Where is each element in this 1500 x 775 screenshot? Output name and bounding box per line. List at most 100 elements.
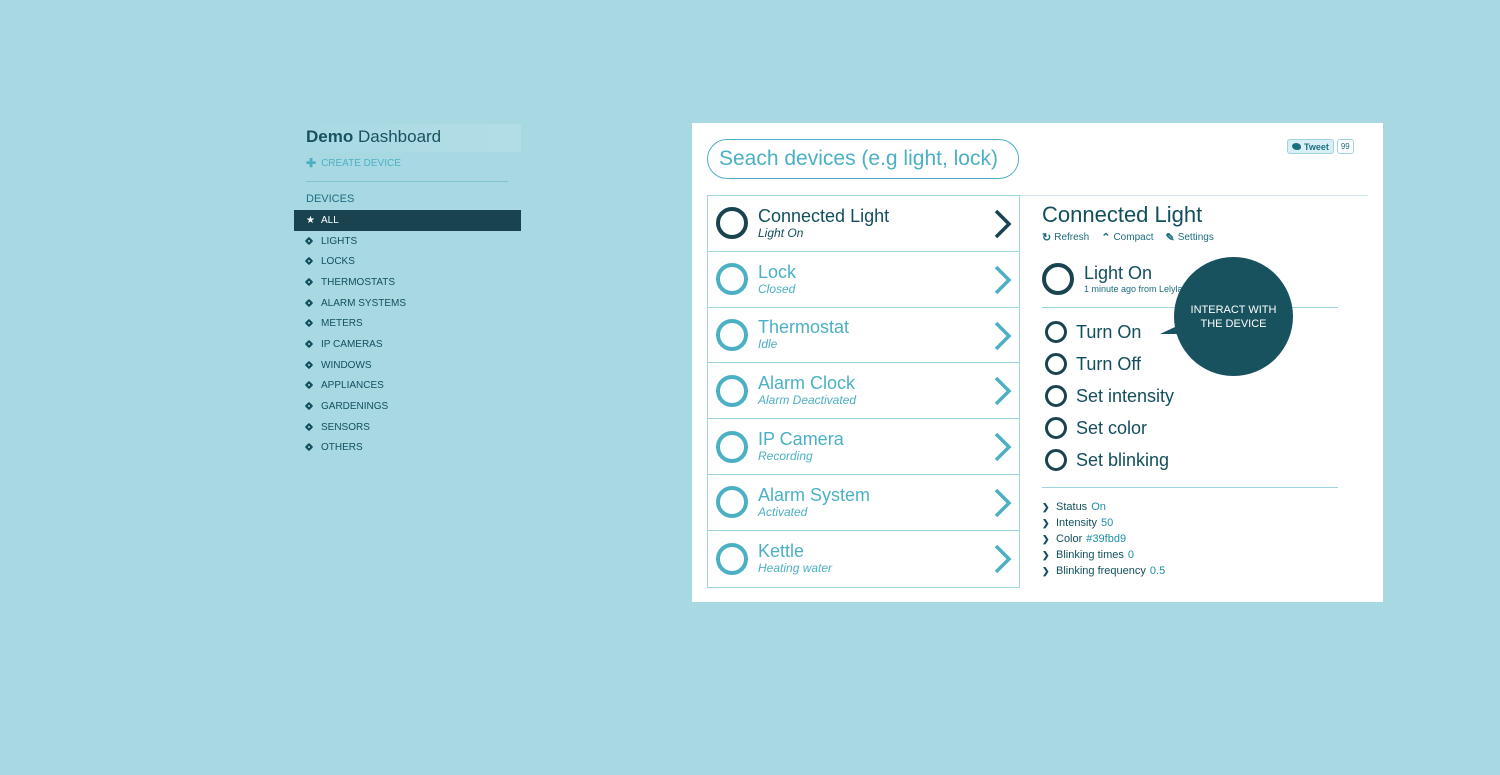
app-title[interactable]: Demo Dashboard [306, 124, 521, 152]
tweet-count: 99 [1336, 139, 1354, 154]
compact-label: Compact [1113, 232, 1154, 243]
tweet-label: Tweet [1304, 141, 1329, 152]
tag-icon [306, 278, 315, 287]
device-item-alarm-clock[interactable]: Alarm Clock Alarm Deactivated [708, 363, 1019, 420]
refresh-icon: ↻ [1042, 232, 1052, 244]
chevron-right-icon [994, 488, 1012, 518]
property-row: ❯ Blinking frequency 0.5 [1042, 563, 1338, 579]
divider [306, 181, 508, 182]
device-status-ring-icon [716, 318, 748, 351]
sidebar-item-label: OTHERS [321, 442, 363, 454]
refresh-button[interactable]: ↻ Refresh [1042, 231, 1089, 244]
tag-icon [306, 361, 315, 370]
property-value: 50 [1100, 517, 1114, 529]
device-status-ring-icon [716, 486, 748, 519]
radio-ring-icon [1045, 353, 1067, 375]
function-label: Set blinking [1076, 449, 1170, 470]
device-status-ring-icon [716, 207, 748, 240]
device-name: Lock [758, 261, 797, 282]
property-row: ❯ Blinking times 0 [1042, 547, 1338, 563]
chevron-right-icon: ❯ [1042, 517, 1050, 528]
compact-button[interactable]: ⌃ Compact [1101, 231, 1153, 244]
sidebar-item-windows[interactable]: WINDOWS [294, 355, 521, 376]
function-label: Turn Off [1076, 353, 1142, 374]
sidebar-item-all[interactable]: ★ ALL [294, 210, 521, 231]
property-value: 0.5 [1149, 565, 1166, 577]
device-item-lock[interactable]: Lock Closed [708, 252, 1019, 308]
function-set-blinking[interactable]: Set blinking [1042, 444, 1338, 476]
radio-ring-icon [1045, 385, 1067, 407]
sidebar-item-sensors[interactable]: SENSORS [294, 417, 521, 438]
tooltip-bubble: INTERACT WITH THE DEVICE [1174, 257, 1293, 376]
chevron-right-icon [994, 209, 1012, 239]
device-status: Closed [758, 281, 796, 296]
tag-icon [306, 237, 315, 246]
device-item-connected-light[interactable]: Connected Light Light On [708, 196, 1019, 252]
app-title-rest: Dashboard [357, 127, 442, 146]
tag-icon [306, 402, 315, 411]
device-item-thermostat[interactable]: Thermostat Idle [708, 308, 1019, 364]
sidebar-item-label: LIGHTS [321, 235, 358, 247]
function-label: Set intensity [1076, 385, 1175, 406]
create-device-label: CREATE DEVICE [321, 157, 401, 169]
chevron-right-icon [994, 321, 1012, 350]
sidebar-item-label: METERS [321, 318, 363, 330]
tweet-widget: Tweet 99 [1287, 139, 1354, 154]
radio-ring-icon [1045, 449, 1067, 471]
settings-button[interactable]: ✎ Settings [1165, 231, 1213, 244]
sidebar-item-others[interactable]: OTHERS [294, 438, 521, 459]
sidebar-item-gardenings[interactable]: GARDENINGS [294, 396, 521, 417]
function-set-color[interactable]: Set color [1042, 412, 1338, 444]
sidebar-item-lights[interactable]: LIGHTS [294, 231, 521, 252]
device-item-ip-camera[interactable]: IP Camera Recording [708, 419, 1019, 475]
settings-label: Settings [1177, 232, 1214, 243]
property-key: Blinking times [1056, 549, 1124, 561]
device-status-ring-icon [716, 430, 748, 463]
device-category-nav: ★ ALL LIGHTS LOCKS THERMOSTATS ALARM SYS… [294, 210, 521, 458]
device-item-kettle[interactable]: Kettle Heating water [708, 531, 1019, 587]
sidebar-item-label: APPLIANCES [321, 380, 384, 392]
tag-icon [306, 423, 315, 432]
tag-icon [306, 299, 315, 308]
tag-icon [306, 443, 315, 452]
sidebar-item-locks[interactable]: LOCKS [294, 251, 521, 272]
chevron-right-icon: ❯ [1042, 549, 1050, 560]
sidebar: Demo Dashboard ✚ CREATE DEVICE DEVICES ★… [294, 124, 521, 458]
device-name: Alarm System [758, 484, 871, 505]
sidebar-item-appliances[interactable]: APPLIANCES [294, 376, 521, 397]
device-item-alarm-system[interactable]: Alarm System Activated [708, 475, 1019, 531]
device-status: Light On [758, 225, 804, 240]
property-key: Status [1056, 501, 1088, 513]
device-name: Thermostat [758, 317, 850, 338]
radio-ring-icon [1045, 417, 1067, 439]
sidebar-item-label: SENSORS [321, 421, 370, 433]
tag-icon [306, 257, 315, 266]
sidebar-item-label: WINDOWS [321, 359, 372, 371]
chevron-right-icon: ❯ [1042, 533, 1050, 544]
device-list: Connected Light Light On Lock Closed The… [707, 195, 1020, 588]
property-row: ❯ Intensity 50 [1042, 515, 1338, 531]
sidebar-item-alarm-systems[interactable]: ALARM SYSTEMS [294, 293, 521, 314]
star-icon: ★ [306, 214, 315, 226]
tweet-button[interactable]: Tweet [1287, 139, 1334, 154]
chevron-right-icon [994, 432, 1012, 462]
search-input[interactable]: Seach devices (e.g light, lock) [707, 139, 1019, 179]
chevron-right-icon [994, 544, 1012, 574]
sidebar-item-ip-cameras[interactable]: IP CAMERAS [294, 334, 521, 355]
device-status: Activated [758, 504, 808, 519]
detail-toolbar: ↻ Refresh ⌃ Compact ✎ Settings [1042, 231, 1338, 244]
property-key: Blinking frequency [1056, 565, 1146, 577]
device-status: Heating water [758, 561, 833, 576]
tag-icon [306, 340, 315, 349]
property-row: ❯ Color #39fbd9 [1042, 531, 1338, 547]
function-set-intensity[interactable]: Set intensity [1042, 380, 1338, 412]
sidebar-item-meters[interactable]: METERS [294, 313, 521, 334]
property-value: #39fbd9 [1086, 533, 1127, 545]
device-detail: Connected Light ↻ Refresh ⌃ Compact ✎ Se… [1042, 201, 1338, 579]
create-device-link[interactable]: ✚ CREATE DEVICE [306, 156, 521, 170]
device-status-ring-icon [716, 263, 748, 296]
device-name: Connected Light [758, 205, 890, 226]
app-title-bold: Demo [306, 127, 354, 146]
sidebar-item-thermostats[interactable]: THERMOSTATS [294, 272, 521, 293]
property-value: On [1091, 501, 1106, 513]
